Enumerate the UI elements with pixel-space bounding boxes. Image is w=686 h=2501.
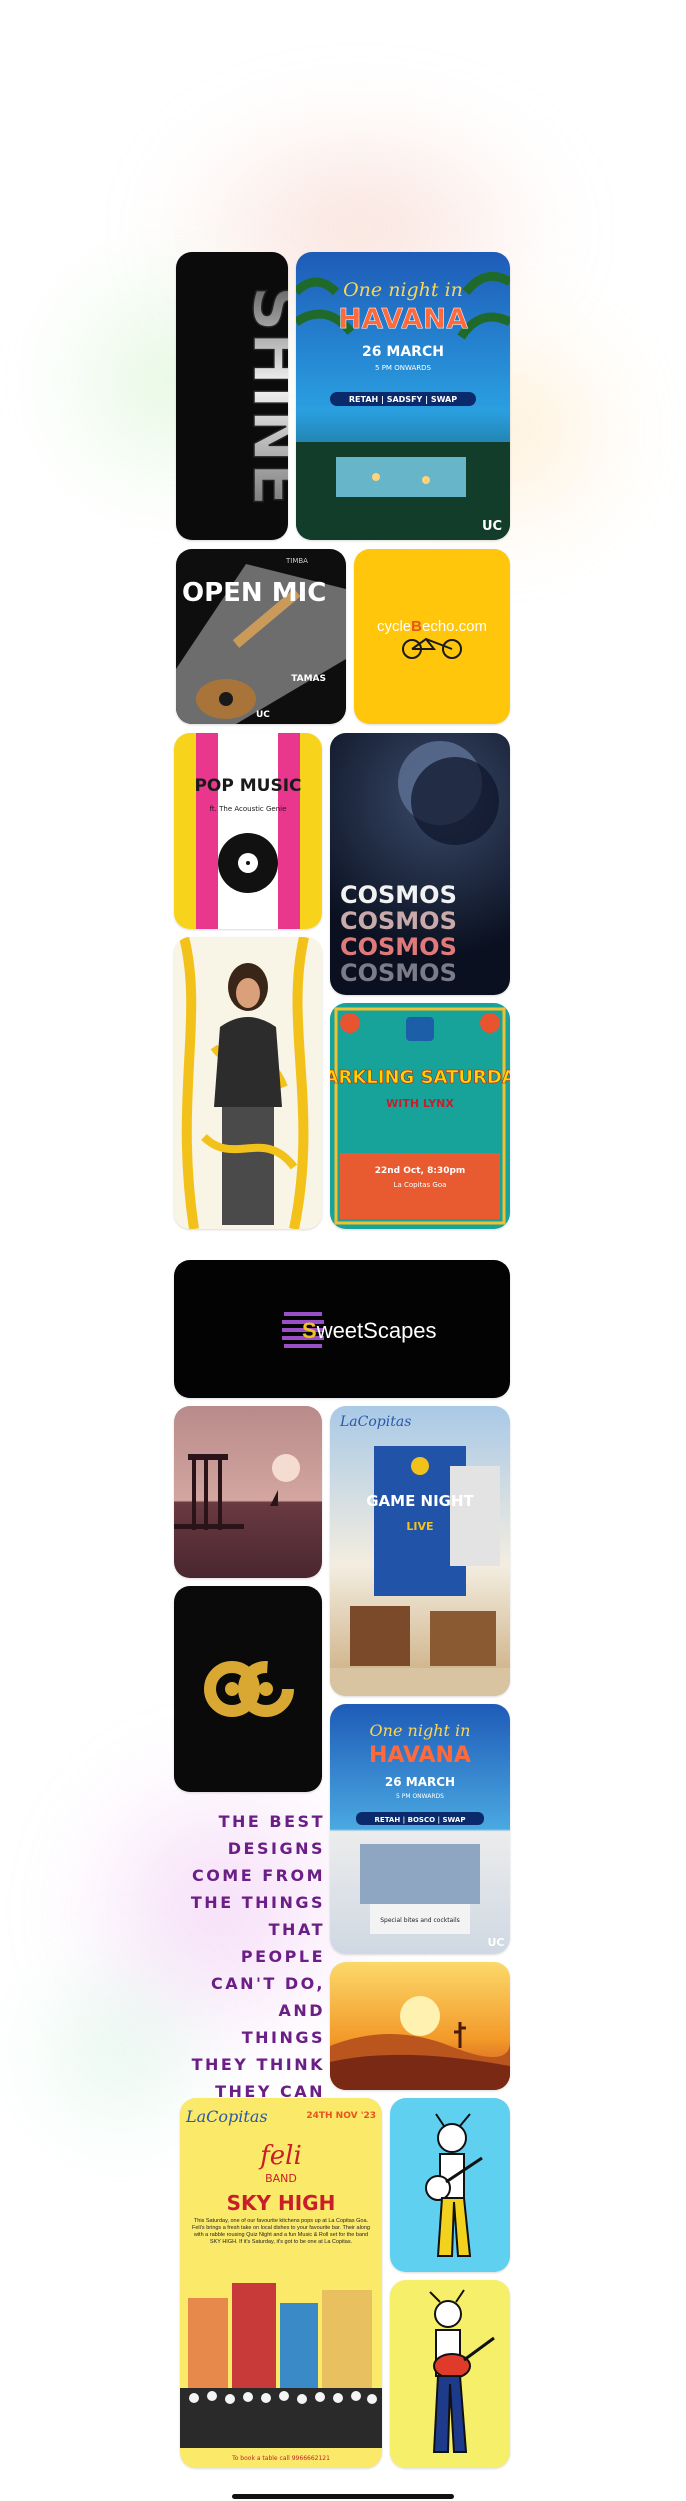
- havana-poster-tile[interactable]: One night in HAVANA 26 MARCH 5 PM ONWARD…: [296, 252, 510, 540]
- sky-high-band-name: feli: [258, 2141, 302, 2171]
- portrait-illustration-tile[interactable]: [174, 937, 322, 1229]
- cosmos-poster-tile[interactable]: COSMOS COSMOS COSMOS COSMOS: [330, 733, 510, 995]
- havana2-date: 26 MARCH: [385, 1775, 455, 1789]
- uc-logo-icon: UC: [487, 1936, 504, 1949]
- quote-line: COME FROM: [191, 1866, 325, 1885]
- uc-logo-icon: UC: [482, 519, 502, 534]
- havana2-note: Special bites and cocktails: [380, 1917, 460, 1924]
- sweetscapes-wordmark: SweetScapes: [302, 1318, 437, 1343]
- open-mic-poster-tile[interactable]: TIMBA OPEN MIC TAMAS UC: [176, 549, 346, 724]
- game-night-brand: LaCopitas: [339, 1414, 411, 1430]
- sparkling-venue: La Copitas Goa: [394, 1181, 447, 1189]
- havana2-place: 5 PM ONWARDS: [396, 1793, 444, 1800]
- havana-poster-tile-2[interactable]: One night in HAVANA 26 MARCH 5 PM ONWARD…: [330, 1704, 510, 1954]
- havana2-script: One night in: [370, 1721, 471, 1740]
- sky-high-title: SKY HIGH: [227, 2191, 336, 2215]
- bicycle-icon: [402, 637, 462, 659]
- sparkling-subtitle: WITH LYNX: [386, 1097, 454, 1110]
- sky-high-brand: LaCopitas: [185, 2107, 268, 2126]
- quote-line: AND THINGS: [241, 2001, 325, 2047]
- open-mic-title: OPEN MIC: [182, 578, 326, 608]
- cyclebecho-wordmark: cycleBecho.com: [377, 618, 487, 635]
- sky-high-band-label: BAND: [265, 2172, 297, 2185]
- sky-high-footer: To book a table call 9966662121: [231, 2455, 330, 2462]
- cosmos-word-4: COSMOS: [340, 959, 457, 987]
- havana2-title: HAVANA: [369, 1743, 471, 1768]
- sky-high-date: 24TH NOV '23: [306, 2111, 376, 2121]
- havana-artists: RETAH | SADSFY | SWAP: [349, 395, 457, 404]
- sky-high-body: This Saturday, one of our favourite kitc…: [192, 2218, 370, 2245]
- quote-line: THAT PEOPLE: [240, 1920, 325, 1966]
- uc-logo-tile[interactable]: [174, 1586, 322, 1792]
- open-mic-venue: TAMAS: [291, 674, 326, 684]
- quote-line: THE THINGS: [190, 1893, 325, 1912]
- uc-gold-logo-icon: [204, 1661, 294, 1717]
- home-indicator[interactable]: [232, 2494, 454, 2499]
- pop-music-subtitle: ft. The Acoustic Genie: [210, 805, 287, 813]
- sunset-pier-illustration-tile[interactable]: [174, 1406, 322, 1578]
- shine-title: SHINE: [238, 286, 288, 507]
- sweetscapes-banner-tile[interactable]: SweetScapes: [174, 1260, 510, 1398]
- banjo-player-illustration-tile[interactable]: [390, 2098, 510, 2272]
- cosmos-word-1: COSMOS: [340, 881, 457, 909]
- havana2-artists: RETAH | BOSCO | SWAP: [375, 1816, 466, 1825]
- sky-high-poster-tile[interactable]: LaCopitas 24TH NOV '23 feli BAND SKY HIG…: [180, 2098, 382, 2468]
- sparkling-date: 22nd Oct, 8:30pm: [375, 1166, 466, 1176]
- havana-date: 26 MARCH: [362, 344, 444, 360]
- game-night-poster-tile[interactable]: LaCopitas GAME NIGHT LIVE: [330, 1406, 510, 1696]
- quote-line: CAN'T DO,: [210, 1974, 325, 1993]
- uc-logo-icon: UC: [256, 710, 270, 720]
- quote-line: THEY THINK: [191, 2055, 325, 2074]
- havana-script: One night in: [343, 279, 463, 301]
- cosmos-word-2: COSMOS: [340, 907, 457, 935]
- sparkling-saturdays-poster-tile[interactable]: SPARKLING SATURDAYS WITH LYNX 22nd Oct, …: [330, 1003, 510, 1229]
- sparkling-title: SPARKLING SATURDAYS: [330, 1067, 510, 1088]
- game-night-title: GAME NIGHT: [366, 1492, 474, 1510]
- pop-music-poster-tile[interactable]: POP MUSIC ft. The Acoustic Genie: [174, 733, 322, 929]
- game-night-subtitle: LIVE: [406, 1520, 433, 1533]
- cyclebecho-logo-tile[interactable]: cycleBecho.com: [354, 549, 510, 724]
- cosmos-word-3: COSMOS: [340, 933, 457, 961]
- pop-music-title: POP MUSIC: [194, 776, 301, 796]
- shine-poster-tile[interactable]: SHINE: [176, 252, 288, 540]
- quote-line: THE BEST: [218, 1812, 325, 1831]
- havana-title: HAVANA: [338, 302, 468, 335]
- havana-place: 5 PM ONWARDS: [375, 364, 431, 372]
- quote-line: DESIGNS: [227, 1839, 325, 1858]
- desert-sunset-illustration-tile[interactable]: [330, 1962, 510, 2090]
- guitar-player-illustration-tile[interactable]: [390, 2280, 510, 2468]
- open-mic-small-logo: TIMBA: [285, 557, 308, 565]
